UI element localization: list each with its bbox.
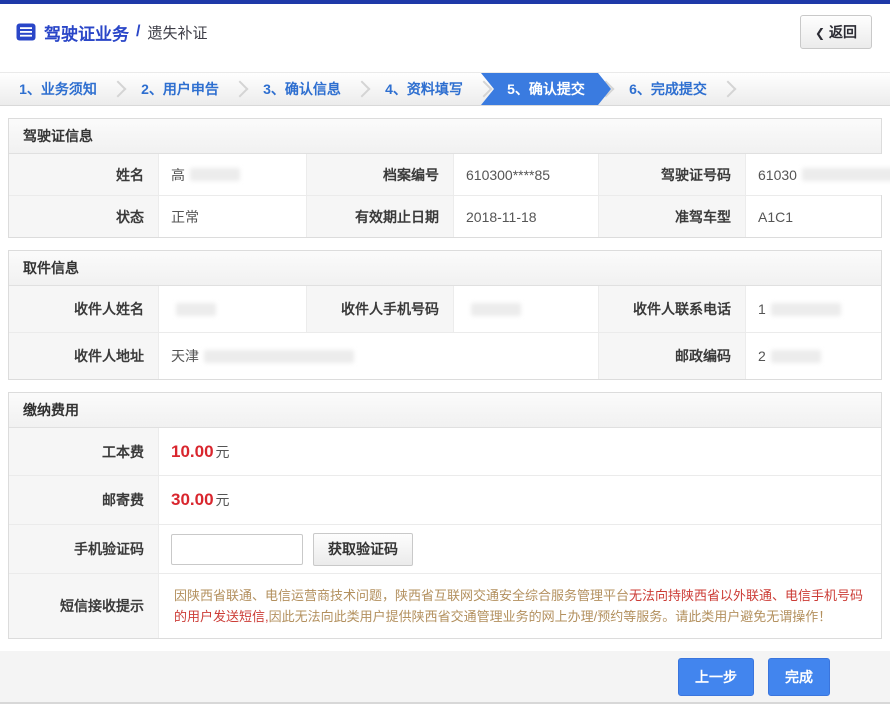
table-row: 姓名 高 档案编号 610300****85 驾驶证号码 61030 xyxy=(9,154,881,195)
fee-amount: 30.00 xyxy=(171,490,214,510)
vehicle-class-value: A1C1 xyxy=(746,196,881,237)
postage-fee-value: 30.00元 xyxy=(159,476,881,524)
footer-action-bar: 上一步 完成 xyxy=(0,651,890,704)
recipient-mobile-value xyxy=(454,286,599,332)
step-wizard: 1、业务须知 2、用户申告 3、确认信息 4、资料填写 5、确认提交 6、完成提… xyxy=(0,72,890,106)
page-header: 驾驶证业务 / 遗失补证 ❮ 返回 xyxy=(0,4,890,60)
recipient-phone-label: 收件人联系电话 xyxy=(599,286,746,332)
recipient-phone-value: 1 xyxy=(746,286,881,332)
redacted-blur xyxy=(802,168,890,181)
postage-fee-label: 邮寄费 xyxy=(9,476,159,524)
recipient-name-label: 收件人姓名 xyxy=(9,286,159,332)
sms-code-cell: 获取验证码 xyxy=(159,525,881,573)
table-row: 邮寄费 30.00元 xyxy=(9,475,881,524)
breadcrumb-current: 遗失补证 xyxy=(147,22,207,43)
redacted-blur xyxy=(204,350,354,363)
chevron-separator-icon xyxy=(110,73,128,105)
notice-part-3: 因此无法向此类用户提供陕西省交通管理业务的网上办理/预约等服务。请此类用户避免无… xyxy=(269,609,832,624)
chevron-separator-icon xyxy=(354,73,372,105)
postcode-label: 邮政编码 xyxy=(599,333,746,379)
expiry-date-label: 有效期止日期 xyxy=(307,196,454,237)
step-4-fill-data: 4、资料填写 xyxy=(372,73,476,105)
step-3-confirm-info: 3、确认信息 xyxy=(250,73,354,105)
finish-button[interactable]: 完成 xyxy=(768,658,830,696)
status-label: 状态 xyxy=(9,196,159,237)
list-icon xyxy=(16,22,36,42)
license-info-section: 驾驶证信息 姓名 高 档案编号 610300****85 驾驶证号码 61030… xyxy=(8,118,882,238)
table-row: 手机验证码 获取验证码 xyxy=(9,524,881,573)
license-number-value: 61030 xyxy=(746,154,890,195)
breadcrumb-divider: / xyxy=(136,23,140,41)
table-row: 状态 正常 有效期止日期 2018-11-18 准驾车型 A1C1 xyxy=(9,195,881,237)
name-value: 高 xyxy=(159,154,307,195)
chevron-separator-icon xyxy=(720,73,738,105)
pickup-section-title: 取件信息 xyxy=(9,251,881,286)
name-label: 姓名 xyxy=(9,154,159,195)
file-number-label: 档案编号 xyxy=(307,154,454,195)
fee-amount: 10.00 xyxy=(171,442,214,462)
production-fee-value: 10.00元 xyxy=(159,428,881,475)
recipient-address-value: 天津 xyxy=(159,333,599,379)
step-2-user-declaration: 2、用户申告 xyxy=(128,73,232,105)
step-5-confirm-submit-active: 5、确认提交 xyxy=(481,73,611,105)
page-title: 驾驶证业务 xyxy=(44,20,129,45)
table-row: 收件人姓名 收件人手机号码 收件人联系电话 1 xyxy=(9,286,881,332)
previous-step-button[interactable]: 上一步 xyxy=(678,658,754,696)
status-value: 正常 xyxy=(159,196,307,237)
chevron-left-icon: ❮ xyxy=(815,26,825,40)
redacted-blur xyxy=(471,303,521,316)
chevron-separator-icon xyxy=(232,73,250,105)
production-fee-label: 工本费 xyxy=(9,428,159,475)
step-1-business-notice: 1、业务须知 xyxy=(6,73,110,105)
expiry-date-value: 2018-11-18 xyxy=(454,196,599,237)
step-6-complete-submit: 6、完成提交 xyxy=(616,73,720,105)
redacted-blur xyxy=(190,168,240,181)
back-button[interactable]: ❮ 返回 xyxy=(800,15,872,49)
redacted-blur xyxy=(771,303,841,316)
table-row: 短信接收提示 因陕西省联通、电信运营商技术问题，陕西省互联网交通安全综合服务管理… xyxy=(9,573,881,638)
fee-unit: 元 xyxy=(216,490,230,510)
fees-section-title: 缴纳费用 xyxy=(9,393,881,428)
pickup-info-section: 取件信息 收件人姓名 收件人手机号码 收件人联系电话 1 收件人地址 天津 邮政… xyxy=(8,250,882,380)
sms-code-label: 手机验证码 xyxy=(9,525,159,573)
sms-code-input[interactable] xyxy=(171,534,303,565)
file-number-value: 610300****85 xyxy=(454,154,599,195)
redacted-blur xyxy=(771,350,821,363)
sms-notice-label: 短信接收提示 xyxy=(9,574,159,638)
sms-notice-text: 因陕西省联通、电信运营商技术问题，陕西省互联网交通安全综合服务管理平台无法向持陕… xyxy=(159,574,881,638)
recipient-address-label: 收件人地址 xyxy=(9,333,159,379)
notice-part-1: 因陕西省联通、电信运营商技术问题，陕西省互联网交通安全综合服务管理平台 xyxy=(174,588,629,603)
get-sms-code-button[interactable]: 获取验证码 xyxy=(313,533,413,566)
vehicle-class-label: 准驾车型 xyxy=(599,196,746,237)
license-section-title: 驾驶证信息 xyxy=(9,119,881,154)
fee-unit: 元 xyxy=(216,442,230,462)
license-number-label: 驾驶证号码 xyxy=(599,154,746,195)
postcode-value: 2 xyxy=(746,333,881,379)
recipient-mobile-label: 收件人手机号码 xyxy=(307,286,454,332)
table-row: 工本费 10.00元 xyxy=(9,428,881,475)
table-row: 收件人地址 天津 邮政编码 2 xyxy=(9,332,881,379)
redacted-blur xyxy=(176,303,216,316)
recipient-name-value xyxy=(159,286,307,332)
back-button-label: 返回 xyxy=(829,24,857,40)
fees-section: 缴纳费用 工本费 10.00元 邮寄费 30.00元 手机验证码 获取验证码 短… xyxy=(8,392,882,639)
